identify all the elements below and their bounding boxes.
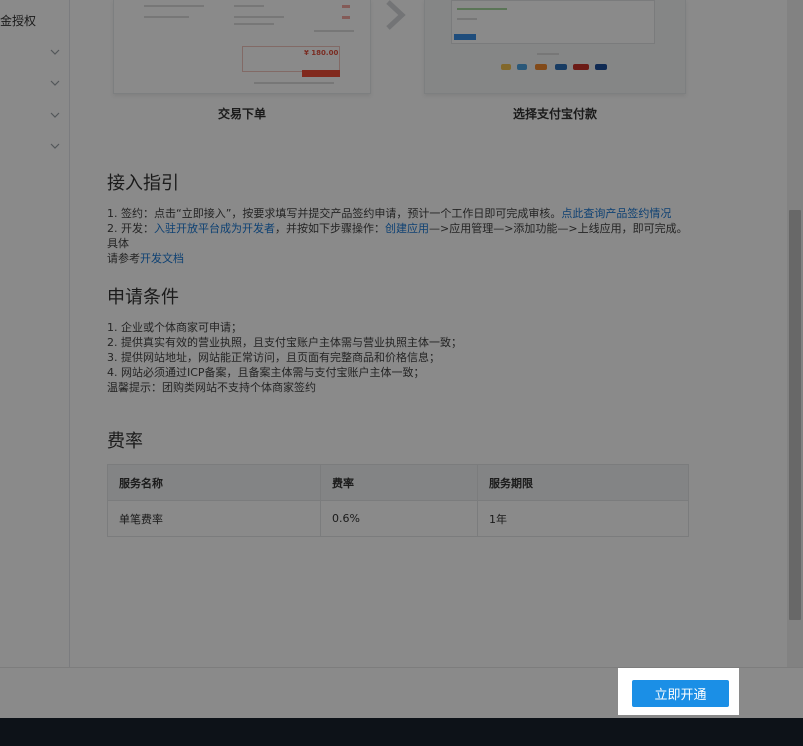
query-signing-link[interactable]: 点此查询产品签约情况 (561, 207, 671, 220)
condition-tip: 温馨提示：团购类网站不支持个体商家签约 (107, 381, 316, 394)
chevron-down-icon (50, 143, 60, 149)
flow-step-pay-image (424, 0, 686, 94)
flow-step-caption: 交易下单 (217, 107, 266, 121)
open-now-button[interactable]: 立即开通 (632, 680, 729, 707)
flow-step-order-image: ¥ 180.00 (113, 0, 371, 94)
condition-item: 1. 企业或个体商家可申请； (107, 321, 242, 334)
table-header-row: 服务名称 费率 服务期限 (107, 464, 689, 501)
order-price: ¥ 180.00 (304, 49, 339, 57)
sidebar: 金授权 (0, 0, 70, 667)
condition-item: 3. 提供网站地址，网站能正常访问，且页面有完整商品和价格信息； (107, 351, 440, 364)
sidebar-item-auth[interactable]: 金授权 (0, 12, 69, 32)
create-app-link[interactable]: 创建应用 (385, 222, 429, 235)
footer-bar: 立即开通 (0, 667, 803, 718)
column-header: 服务期限 (477, 464, 689, 501)
chevron-down-icon (50, 49, 60, 55)
guide-step-2: 2. 开发：入驻开放平台成为开发者，并按如下步骤操作：创建应用—>应用管理—>添… (107, 221, 697, 251)
guide-step-2-text: 2. 开发： (107, 222, 154, 235)
guide-step-2-text: 请参考 (107, 252, 140, 265)
bottom-strip (0, 718, 803, 746)
guide-step-2-cont: 请参考开发文档 (107, 251, 697, 266)
chevron-down-icon (50, 80, 60, 86)
guide-step-1-text: 1. 签约：点击“立即接入”，按要求填写并提交产品签约申请，预计一个工作日即可完… (107, 207, 562, 220)
condition-item: 2. 提供真实有效的营业执照，且支付宝账户主体需与营业执照主体一致； (107, 336, 462, 349)
table-cell: 单笔费率 (107, 500, 321, 537)
sidebar-item-label: 金授权 (0, 14, 37, 28)
guide-steps: 1. 签约：点击“立即接入”，按要求填写并提交产品签约申请，预计一个工作日即可完… (107, 206, 697, 266)
main-content: ¥ 180.00 交易下单 选择支付宝付款 接入指引 1. 签约：点击“立即接入… (71, 0, 787, 667)
rate-table: 服务名称 费率 服务期限 单笔费率 0.6% 1年 (107, 464, 689, 537)
conditions-list: 1. 企业或个体商家可申请； 2. 提供真实有效的营业执照，且支付宝账户主体需与… (107, 320, 697, 395)
sidebar-item-collapsed[interactable] (0, 139, 69, 159)
table-cell: 0.6% (320, 500, 478, 537)
open-button-spotlight: 立即开通 (618, 668, 739, 715)
guide-step-2-text: ，并按如下步骤操作： (275, 222, 385, 235)
sidebar-item-collapsed[interactable] (0, 76, 69, 96)
column-header: 服务名称 (107, 464, 321, 501)
flow-step-caption: 选择支付宝付款 (512, 107, 597, 121)
chevron-down-icon (50, 112, 60, 118)
condition-item: 4. 网站必须通过ICP备案，且备案主体需与支付宝账户主体一致； (107, 366, 425, 379)
table-row: 单笔费率 0.6% 1年 (107, 500, 689, 537)
chevron-right-icon (386, 0, 406, 30)
scrollbar-thumb[interactable] (789, 210, 801, 620)
conditions-title: 申请条件 (107, 287, 179, 308)
rates-title: 费率 (107, 431, 143, 452)
become-developer-link[interactable]: 入驻开放平台成为开发者 (154, 222, 275, 235)
guide-step-1: 1. 签约：点击“立即接入”，按要求填写并提交产品签约申请，预计一个工作日即可完… (107, 206, 697, 221)
table-cell: 1年 (477, 500, 689, 537)
sidebar-item-collapsed[interactable] (0, 108, 69, 128)
sidebar-item-collapsed[interactable] (0, 45, 69, 65)
dev-docs-link[interactable]: 开发文档 (140, 252, 184, 265)
column-header: 费率 (320, 464, 478, 501)
guide-title: 接入指引 (107, 173, 179, 194)
